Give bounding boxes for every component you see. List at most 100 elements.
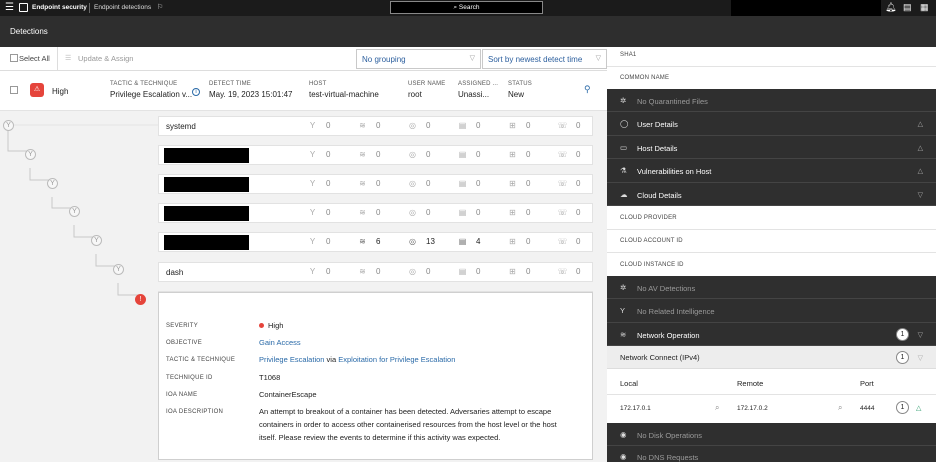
- detection-checkbox[interactable]: [10, 86, 18, 94]
- count-value: 0: [526, 179, 531, 188]
- process-node-icon[interactable]: Y: [3, 120, 14, 131]
- process-row[interactable]: systemd Y 0 ≋ 0 ◎ 0 ▤ 0 ⊞ 0 ☏ 0: [158, 116, 593, 136]
- assigned-header: ASSIGNED ...: [458, 81, 499, 87]
- process-row[interactable]: Y 0 ≋ 0 ◎ 0 ▤ 0 ⊞ 0 ☏ 0: [158, 203, 593, 223]
- page-title: Detections: [10, 27, 48, 36]
- count-value: 0: [576, 267, 581, 276]
- process-row[interactable]: Y 0 ≋ 0 ◎ 0 ▤ 0 ⊞ 0 ☏ 0: [158, 145, 593, 165]
- user-value: root: [408, 90, 422, 99]
- count-value: 0: [326, 121, 331, 130]
- process-name[interactable]: dash: [166, 268, 183, 277]
- no-intel-label: No Related Intelligence: [637, 307, 715, 316]
- count-value: 0: [526, 267, 531, 276]
- select-all-label[interactable]: Select All: [19, 54, 50, 63]
- process-node-icon[interactable]: Y: [91, 235, 102, 246]
- time-value: May. 19, 2023 15:01:47: [209, 90, 293, 99]
- detection-row[interactable]: ⚠︎ High TACTIC & TECHNIQUE Privilege Esc…: [0, 71, 607, 111]
- detection-details-panel: SEVERITY High OBJECTIVE Gain Access TACT…: [158, 292, 593, 460]
- branch-icon: Y: [309, 267, 316, 276]
- port-column-header: Port: [860, 379, 874, 388]
- search-icon[interactable]: ⌕: [715, 403, 719, 413]
- no-av-section: ✲ No AV Detections: [607, 276, 936, 299]
- process-name[interactable]: systemd: [166, 122, 196, 131]
- no-intel-section: Y No Related Intelligence: [607, 299, 936, 323]
- news-icon[interactable]: ▤: [903, 2, 912, 13]
- cloud-details-section[interactable]: ☁︎ Cloud Details ▽: [607, 183, 936, 206]
- section-name[interactable]: Endpoint detections: [94, 4, 151, 11]
- user-details-label: User Details: [637, 120, 678, 129]
- process-node-icon[interactable]: Y: [25, 149, 36, 160]
- redacted-process-name: [164, 177, 249, 192]
- app-name[interactable]: Endpoint security: [32, 4, 87, 11]
- technique-id-value: T1068: [259, 373, 281, 382]
- dns-icon: ☏: [557, 237, 568, 246]
- branch-icon: Y: [309, 208, 316, 217]
- registry-icon: ◎: [409, 237, 416, 246]
- dns-icon: ◉: [620, 452, 627, 461]
- grouping-select[interactable]: No grouping ▽: [356, 49, 481, 69]
- cloud-icon: ☁︎: [620, 190, 628, 199]
- network-connect-header[interactable]: Network Connect (IPv4) 1 ▽: [607, 346, 936, 369]
- vulnerabilities-section[interactable]: ⚗ Vulnerabilities on Host △: [607, 159, 936, 183]
- bug-icon: ✲: [620, 96, 627, 105]
- right-details-panel: SHA1 COMMON NAME ✲ No Quarantined Files ◯…: [607, 47, 936, 462]
- select-all-checkbox[interactable]: [10, 54, 18, 62]
- technique-id-key: TECHNIQUE ID: [166, 375, 213, 381]
- chevron-up-icon[interactable]: △: [916, 404, 921, 412]
- objective-link[interactable]: Gain Access: [259, 338, 301, 347]
- sort-select[interactable]: Sort by newest detect time ▽: [482, 49, 607, 69]
- dns-icon: ☏: [557, 208, 568, 217]
- module-icon: ⊞: [509, 267, 516, 276]
- tactic-key: TACTIC & TECHNIQUE: [166, 357, 236, 363]
- cloud-provider-label: CLOUD PROVIDER: [620, 215, 677, 221]
- flask-icon: ⚗: [620, 166, 627, 175]
- grouping-value: No grouping: [362, 55, 406, 64]
- connection-count: 1: [896, 401, 909, 414]
- host-details-section[interactable]: ▭ Host Details △: [607, 136, 936, 159]
- count-value: 6: [376, 237, 381, 246]
- branch-icon: Y: [309, 121, 316, 130]
- apps-icon[interactable]: ▦: [920, 2, 929, 13]
- ioa-desc-key: IOA DESCRIPTION: [166, 409, 224, 415]
- bookmark-icon[interactable]: ⚐: [157, 3, 163, 11]
- wifi-icon: ≋: [620, 330, 627, 339]
- assigned-value: Unassi...: [458, 90, 490, 99]
- search-button[interactable]: ⌕ Search: [390, 1, 543, 14]
- registry-icon: ◎: [409, 150, 416, 159]
- process-row[interactable]: dash Y 0 ≋ 0 ◎ 0 ▤ 0 ⊞ 0 ☏ 0: [158, 262, 593, 282]
- branch-icon: Y: [309, 237, 316, 246]
- count-value: 0: [576, 208, 581, 217]
- search-icon[interactable]: ⌕: [838, 403, 842, 413]
- via-text: via: [326, 355, 337, 364]
- file-icon: ▤: [458, 179, 467, 188]
- remote-column-header: Remote: [737, 379, 764, 388]
- process-node-icon[interactable]: Y: [113, 264, 124, 275]
- process-node-icon[interactable]: Y: [47, 178, 58, 189]
- registry-icon: ◎: [409, 208, 416, 217]
- host-details-label: Host Details: [637, 144, 678, 153]
- count-value: 0: [376, 267, 381, 276]
- process-tree-icon[interactable]: ⚲: [584, 84, 591, 95]
- process-row[interactable]: Y 0 ≋ 0 ◎ 0 ▤ 0 ⊞ 0 ☏ 0: [158, 174, 593, 194]
- process-node-alert-icon[interactable]: !: [135, 294, 146, 305]
- info-icon[interactable]: i: [192, 88, 200, 96]
- ioa-desc-line-3: itself. Please review the events to dete…: [259, 433, 501, 442]
- menu-icon[interactable]: ☰: [5, 2, 14, 13]
- user-details-section[interactable]: ◯ User Details △: [607, 112, 936, 136]
- ioa-name-key: IOA NAME: [166, 392, 198, 398]
- dns-icon: ☏: [557, 267, 568, 276]
- update-assign-button[interactable]: Update & Assign: [78, 54, 133, 63]
- no-disk-label: No Disk Operations: [637, 431, 703, 440]
- module-icon: ⊞: [509, 121, 516, 130]
- process-node-icon[interactable]: Y: [69, 206, 80, 217]
- host-value[interactable]: test-virtual-machine: [309, 90, 379, 99]
- count-value: 0: [426, 179, 431, 188]
- process-row[interactable]: Y 0 ≋ 6 ◎ 13 ▤ 4 ⊞ 0 ☏ 0: [158, 232, 593, 252]
- notification-bell-icon[interactable]: 🔔︎: [885, 2, 896, 13]
- network-operation-section[interactable]: ≋ Network Operation 1 ▽: [607, 323, 936, 346]
- tactic-link[interactable]: Privilege Escalation: [259, 355, 324, 364]
- count-value: 0: [476, 150, 481, 159]
- count-value: 0: [576, 150, 581, 159]
- technique-link[interactable]: Exploitation for Privilege Escalation: [338, 355, 455, 364]
- no-dns-section: ◉ No DNS Requests: [607, 446, 936, 462]
